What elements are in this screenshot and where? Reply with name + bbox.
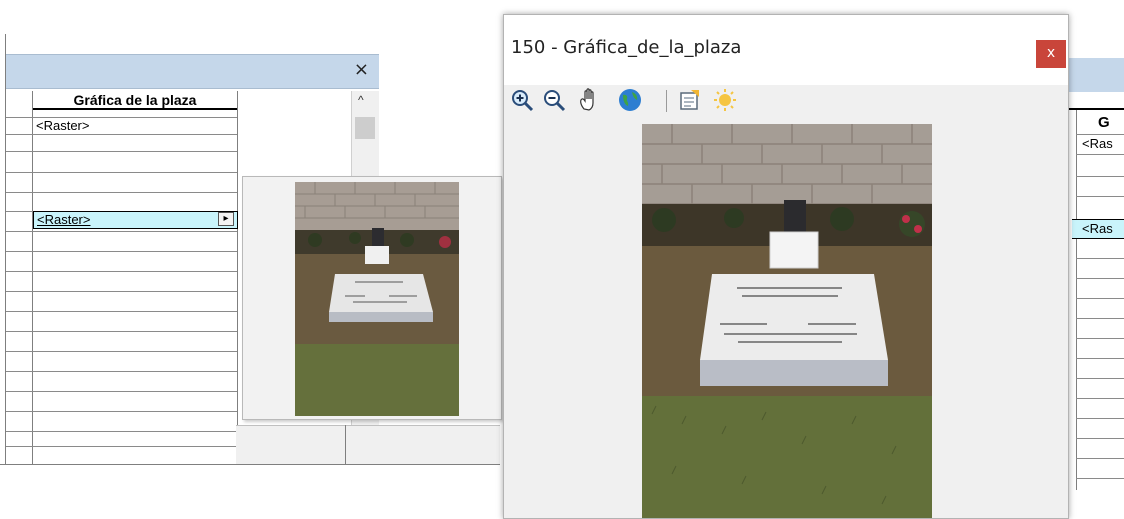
viewer-toolbar: [504, 85, 1068, 119]
row-divider: [6, 351, 237, 352]
plaza-photo[interactable]: [642, 124, 932, 518]
row-divider: [1076, 176, 1124, 177]
row-divider: [1076, 418, 1124, 419]
raster-preview-popup: [242, 176, 502, 420]
pan-hand-icon[interactable]: [576, 87, 602, 113]
column-separator: [237, 91, 238, 464]
row-divider: [6, 134, 237, 135]
row-divider: [1076, 258, 1124, 259]
row-divider: [1076, 298, 1124, 299]
scroll-up-icon[interactable]: ^: [358, 93, 364, 107]
row-divider: [6, 391, 237, 392]
properties-icon[interactable]: [677, 87, 703, 113]
row-divider: [6, 231, 237, 232]
column-header-grafica[interactable]: Gráfica de la plaza: [33, 92, 237, 110]
row-divider: [6, 311, 237, 312]
row-divider: [1076, 196, 1124, 197]
column-separator: [1076, 110, 1077, 490]
row-divider: [1076, 278, 1124, 279]
row-divider: [1076, 338, 1124, 339]
row-divider: [1076, 134, 1124, 135]
row-divider: [6, 446, 237, 447]
row-divider: [6, 411, 237, 412]
preview-footer: [236, 425, 500, 464]
row-divider: [1076, 438, 1124, 439]
column-separator: [32, 91, 33, 464]
row-divider: [6, 291, 237, 292]
row-divider: [1076, 398, 1124, 399]
table-cell-selected[interactable]: <Raster>: [37, 212, 90, 227]
row-divider: [1076, 458, 1124, 459]
zoom-in-icon[interactable]: [509, 87, 535, 113]
column-header-partial[interactable]: G: [1098, 114, 1110, 131]
image-viewer-window: 150 - Gráfica_de_la_plaza x: [503, 14, 1069, 519]
row-divider: [6, 431, 237, 432]
scroll-thumb[interactable]: [355, 117, 375, 139]
row-divider: [1076, 358, 1124, 359]
row-divider: [1076, 378, 1124, 379]
row-divider: [1076, 318, 1124, 319]
attribute-table-titlebar: ×: [6, 54, 379, 89]
table-cell-partial[interactable]: <Ras: [1082, 136, 1113, 151]
row-divider: [6, 172, 237, 173]
cell-dropdown-button[interactable]: ▸: [218, 212, 234, 226]
close-button[interactable]: ×: [354, 61, 369, 79]
row-divider: [6, 192, 237, 193]
plaza-photo-thumbnail[interactable]: [295, 182, 459, 416]
table-cell-partial[interactable]: <Ras: [1082, 221, 1113, 236]
row-divider: [6, 151, 237, 152]
row-divider: [6, 371, 237, 372]
row-divider: [6, 251, 237, 252]
close-button[interactable]: x: [1036, 40, 1066, 68]
zoom-out-icon[interactable]: [541, 87, 567, 113]
row-divider: [6, 331, 237, 332]
globe-icon[interactable]: [617, 87, 643, 113]
background-table-titlebar: [1068, 58, 1124, 92]
viewer-titlebar[interactable]: 150 - Gráfica_de_la_plaza x: [504, 15, 1068, 85]
row-divider: [6, 271, 237, 272]
window-title: 150 - Gráfica_de_la_plaza: [511, 37, 742, 58]
row-divider: [1076, 478, 1124, 479]
sun-icon[interactable]: [712, 87, 738, 113]
toolbar-separator: [666, 90, 667, 112]
table-cell[interactable]: <Raster>: [36, 118, 89, 133]
column-separator: [345, 425, 346, 464]
row-divider: [1076, 154, 1124, 155]
window-bottom-border: [0, 464, 500, 465]
